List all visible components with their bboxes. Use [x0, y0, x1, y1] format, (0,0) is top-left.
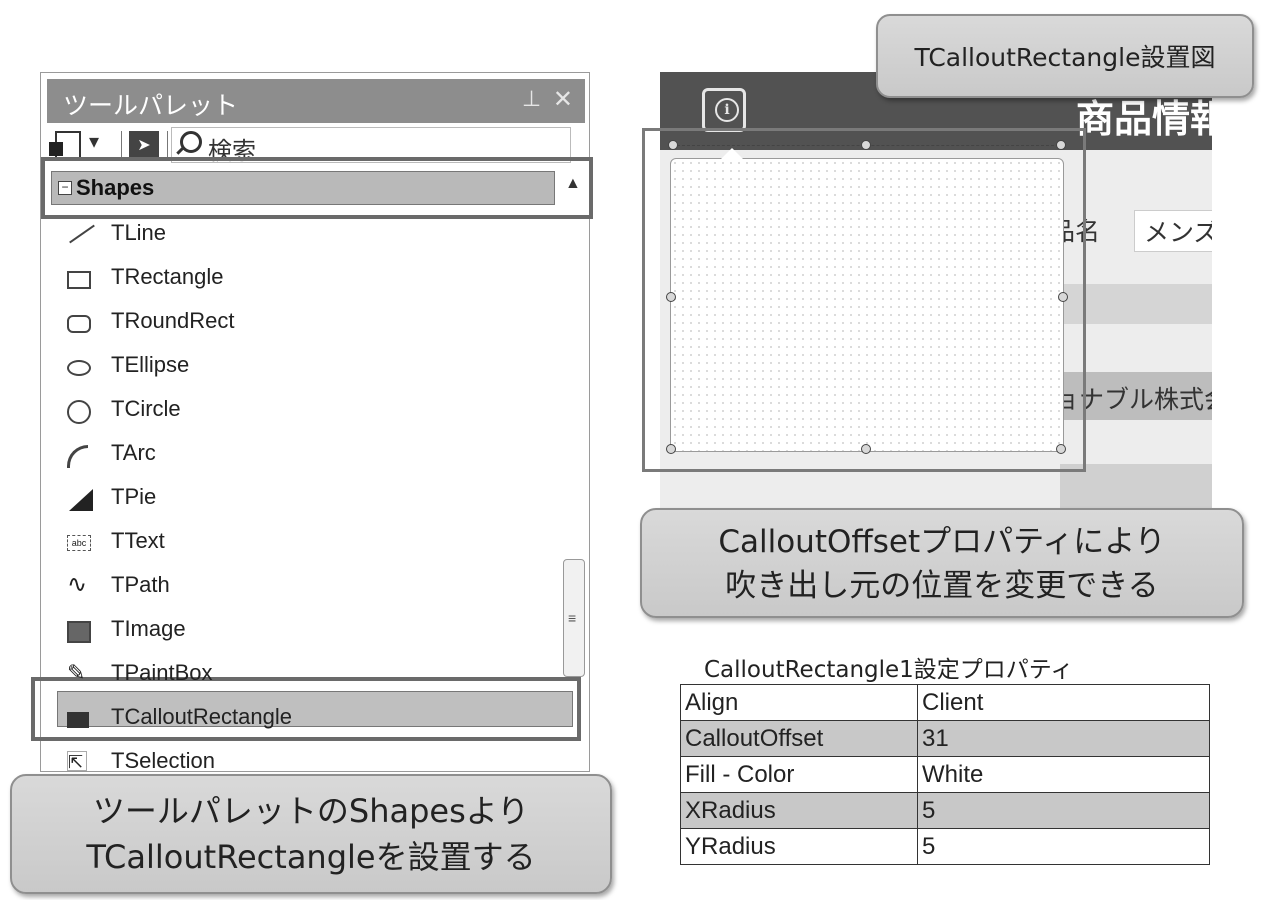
item-label: TRectangle: [111, 264, 224, 289]
property-value: Client: [917, 684, 1210, 721]
chevron-down-icon[interactable]: ▾: [89, 129, 99, 154]
resize-handle[interactable]: [861, 140, 871, 150]
paintbox-icon: ✎: [67, 660, 86, 685]
table-row: XRadius 5: [680, 792, 1210, 829]
info-icon: i: [715, 98, 739, 122]
list-item-trectangle[interactable]: TRectangle: [41, 257, 561, 301]
palette-header: ツールパレット ⊥ ✕: [47, 79, 585, 123]
resize-handle[interactable]: [861, 444, 871, 454]
item-label: TEllipse: [111, 352, 190, 377]
list-item-tcalloutrectangle[interactable]: TCalloutRectangle: [41, 697, 561, 741]
resize-handle[interactable]: [1056, 444, 1066, 454]
list-item-tellipse[interactable]: TEllipse: [41, 345, 561, 389]
list-item-troundrect[interactable]: TRoundRect: [41, 301, 561, 345]
arc-icon: [67, 445, 88, 468]
search-icon: [180, 131, 202, 153]
property-value: 31: [917, 720, 1210, 757]
scroll-up-icon[interactable]: ▲: [565, 175, 581, 193]
palette-title: ツールパレット: [63, 91, 239, 120]
item-label: TLine: [111, 220, 167, 245]
product-name-value: メンズ: [1144, 218, 1212, 247]
note-line-1: ツールパレットのShapesより: [92, 792, 530, 830]
callout-rectangle-icon: [67, 712, 89, 728]
text-icon: abc: [67, 535, 91, 551]
property-table-caption: CalloutRectangle1設定プロパティ: [704, 657, 1074, 683]
callout-pointer: [720, 148, 744, 160]
property-name: Fill - Color: [680, 756, 918, 793]
rectangle-icon: [67, 271, 91, 289]
list-item-tline[interactable]: TLine: [41, 213, 561, 257]
property-name: Align: [680, 684, 918, 721]
resize-handle[interactable]: [666, 444, 676, 454]
category-shapes[interactable]: − Shapes: [51, 171, 555, 205]
list-item-tcircle[interactable]: TCircle: [41, 389, 561, 433]
circle-icon: [67, 400, 91, 424]
resize-handle[interactable]: [668, 140, 678, 150]
item-label: TSelection: [111, 748, 215, 773]
item-label: TText: [111, 528, 165, 553]
property-value: 5: [917, 828, 1210, 865]
scroll-grip-icon: ≡: [568, 610, 577, 626]
table-row: Fill - Color White: [680, 756, 1210, 793]
property-value: White: [917, 756, 1210, 793]
close-icon[interactable]: ✕: [553, 85, 573, 113]
collapse-icon[interactable]: −: [58, 181, 72, 195]
item-label: TRoundRect: [111, 308, 235, 333]
vertical-scrollbar[interactable]: ≡: [563, 559, 585, 677]
callout-offset-note: CalloutOffsetプロパティにより 吹き出し元の位置を変更できる: [640, 508, 1244, 618]
property-value: 5: [917, 792, 1210, 829]
list-item-tarc[interactable]: TArc: [41, 433, 561, 477]
item-label: TImage: [111, 616, 186, 641]
item-label: TPie: [111, 484, 157, 509]
pin-icon[interactable]: ⊥: [522, 87, 541, 112]
item-label: TCalloutRectangle: [111, 704, 292, 729]
note-line-2: 吹き出し元の位置を変更できる: [725, 568, 1159, 604]
item-label: TArc: [111, 440, 156, 465]
table-row: Align Client: [680, 684, 1210, 721]
property-name: YRadius: [680, 828, 918, 865]
list-item-tpath[interactable]: ∿ TPath: [41, 565, 561, 609]
round-rect-icon: [67, 315, 91, 333]
selection-icon: ⇱: [67, 751, 87, 772]
property-name: CalloutOffset: [680, 720, 918, 757]
info-button[interactable]: i: [702, 88, 746, 132]
line-icon: [67, 223, 93, 245]
resize-handle[interactable]: [666, 292, 676, 302]
resize-handle[interactable]: [1056, 140, 1066, 150]
tool-palette: ツールパレット ⊥ ✕ ▾ ➤ 検索 − Shapes ▲ TLine TRec…: [31, 72, 593, 773]
property-name: XRadius: [680, 792, 918, 829]
list-item-tpie[interactable]: TPie: [41, 477, 561, 521]
list-item-tpaintbox[interactable]: ✎ TPaintBox: [41, 653, 561, 697]
pie-icon: [69, 489, 93, 511]
category-label: Shapes: [76, 175, 155, 200]
list-item-timage[interactable]: TImage: [41, 609, 561, 653]
note-line-1: CalloutOffsetプロパティにより: [718, 524, 1166, 560]
table-row: CalloutOffset 31: [680, 720, 1210, 757]
note-line-2: TCalloutRectangleを設置する: [86, 838, 536, 876]
diagram-title-callout: TCalloutRectangle設置図: [876, 14, 1254, 98]
item-label: TPath: [111, 572, 170, 597]
diagram-title: TCalloutRectangle設置図: [914, 43, 1216, 72]
item-label: TPaintBox: [111, 660, 213, 685]
list-item-ttext[interactable]: abc TText: [41, 521, 561, 565]
path-icon: ∿: [67, 571, 88, 598]
resize-handle[interactable]: [1058, 292, 1068, 302]
property-table: Align Client CalloutOffset 31 Fill - Col…: [680, 684, 1210, 865]
table-row: YRadius 5: [680, 828, 1210, 865]
ellipse-icon: [67, 360, 91, 376]
callout-rectangle[interactable]: [670, 158, 1064, 452]
palette-instruction-note: ツールパレットのShapesより TCalloutRectangleを設置する: [10, 774, 612, 894]
item-label: TCircle: [111, 396, 181, 421]
image-icon: [67, 621, 91, 643]
